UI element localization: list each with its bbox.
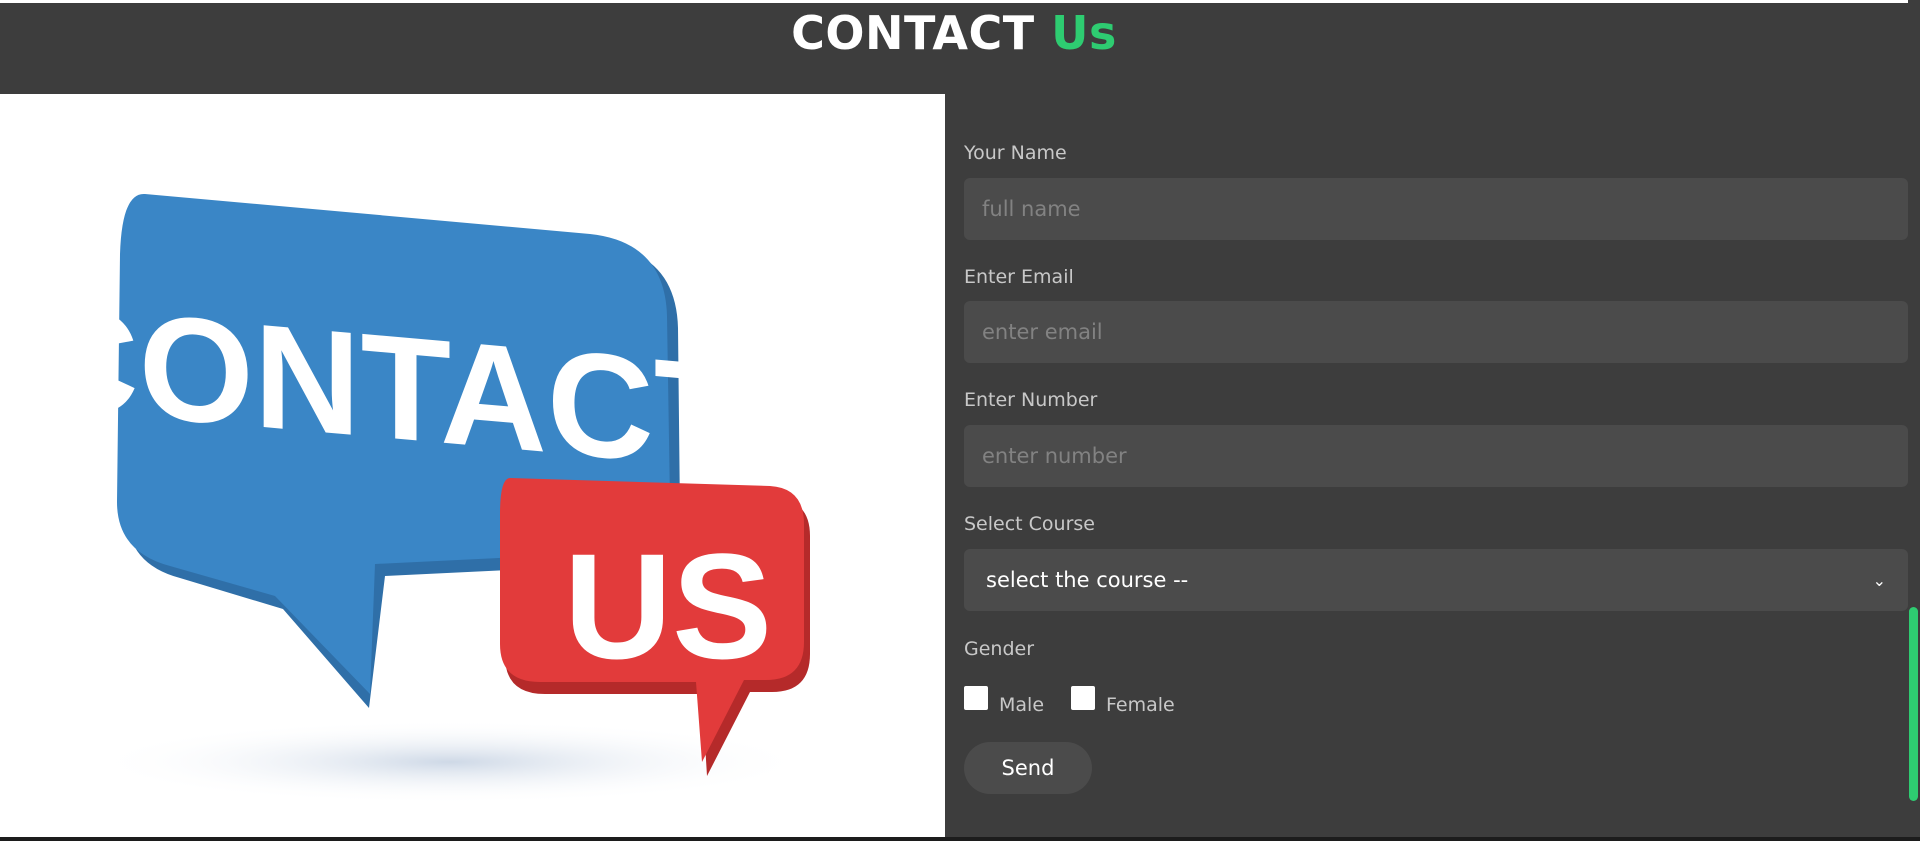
name-label: Your Name [964,142,1067,164]
course-select[interactable]: select the course -- ⌄ [964,549,1908,611]
page-title-main: CONTACT [791,6,1035,60]
email-input[interactable] [964,301,1908,363]
female-checkbox[interactable] [1071,686,1096,710]
scrollbar-thumb[interactable] [1909,607,1918,801]
gender-label: Gender [964,638,1035,660]
course-select-value: select the course -- [986,568,1189,592]
female-label: Female [1106,694,1175,716]
male-label: Male [999,694,1045,716]
gender-options: Male Female [964,686,1202,716]
top-border [0,0,1908,3]
page-title: CONTACT Us [0,6,1908,60]
course-label: Select Course [964,513,1095,535]
number-label: Enter Number [964,389,1098,411]
number-input[interactable] [964,425,1908,487]
name-input[interactable] [964,178,1908,240]
male-checkbox[interactable] [964,686,988,710]
page-title-accent: Us [1051,6,1117,60]
email-label: Enter Email [964,266,1074,288]
contact-us-image: CONTACT US [0,94,945,837]
chevron-down-icon: ⌄ [1872,570,1886,590]
bottom-border [0,837,1920,841]
send-button[interactable]: Send [964,742,1092,794]
bubble-us-text: US [564,522,772,690]
